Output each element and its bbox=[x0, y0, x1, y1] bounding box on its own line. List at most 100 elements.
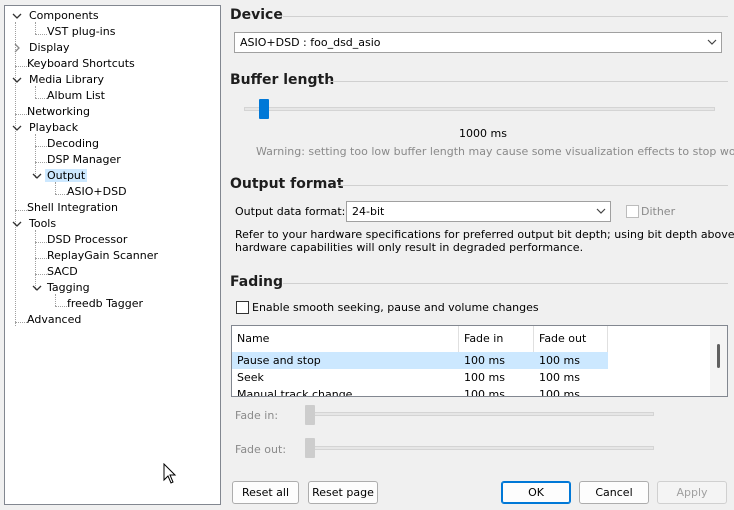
tree-item-vst-plugins[interactable]: VST plug-ins bbox=[45, 24, 117, 40]
tree-item-label: Media Library bbox=[29, 73, 104, 86]
row-name: Pause and stop bbox=[237, 354, 321, 367]
cancel-button[interactable]: Cancel bbox=[579, 481, 649, 504]
tree-item-dsp-manager[interactable]: DSP Manager bbox=[45, 152, 123, 168]
tree-item-label: Advanced bbox=[27, 313, 82, 326]
reset-all-button[interactable]: Reset all bbox=[232, 481, 299, 504]
tree-item-label: VST plug-ins bbox=[47, 25, 116, 38]
dither-label: Dither bbox=[641, 205, 676, 218]
tree-item-label: Networking bbox=[27, 105, 90, 118]
device-section-title: Device bbox=[230, 7, 283, 23]
tree-item-output[interactable]: Output bbox=[29, 168, 88, 184]
tree-item-label: ReplayGain Scanner bbox=[47, 249, 158, 262]
tree-item-shell-integration[interactable]: Shell Integration bbox=[25, 200, 120, 216]
chevron-down-icon[interactable] bbox=[11, 74, 23, 86]
column-header-fade-out[interactable]: Fade out bbox=[534, 326, 608, 352]
chevron-right-icon[interactable] bbox=[11, 42, 23, 54]
row-fade-out: 100 ms bbox=[539, 371, 580, 384]
tree-item-album-list[interactable]: Album List bbox=[45, 88, 107, 104]
chevron-down-icon[interactable] bbox=[11, 10, 23, 22]
tree-item-playback[interactable]: Playback bbox=[9, 120, 80, 136]
tree-item-label: Album List bbox=[47, 89, 105, 102]
output-data-format-value: 24-bit bbox=[352, 205, 385, 218]
section-divider bbox=[338, 185, 728, 186]
tree-item-advanced[interactable]: Advanced bbox=[25, 312, 83, 328]
tree-item-label: SACD bbox=[47, 265, 78, 278]
row-name: Seek bbox=[237, 371, 264, 384]
list-row[interactable]: Seek 100 ms 100 ms bbox=[232, 369, 608, 386]
bit-depth-note-line-2: hardware capabilities will only result i… bbox=[235, 241, 584, 254]
list-row[interactable]: Manual track change 100 ms 100 ms bbox=[232, 386, 608, 397]
mouse-cursor-icon bbox=[163, 463, 177, 484]
tree-item-tools[interactable]: Tools bbox=[9, 216, 58, 232]
section-divider bbox=[283, 16, 728, 17]
tree-item-label: Keyboard Shortcuts bbox=[27, 57, 135, 70]
section-divider bbox=[283, 283, 728, 284]
chevron-down-icon[interactable] bbox=[11, 218, 23, 230]
tree-item-label: Display bbox=[29, 41, 70, 54]
row-fade-in: 100 ms bbox=[464, 371, 505, 384]
tree-item-label: Tagging bbox=[47, 281, 90, 294]
tree-item-sacd[interactable]: SACD bbox=[45, 264, 80, 280]
bit-depth-note-line-1: Refer to your hardware specifications fo… bbox=[235, 228, 734, 241]
output-data-format-select[interactable]: 24-bit bbox=[346, 201, 611, 222]
tree-item-label: Playback bbox=[29, 121, 79, 134]
tree-item-label: Decoding bbox=[47, 137, 100, 150]
tree-guide-line bbox=[15, 22, 16, 326]
column-header-name[interactable]: Name bbox=[232, 326, 459, 352]
tree-item-label: Shell Integration bbox=[27, 201, 118, 214]
output-data-format-label: Output data format: bbox=[235, 205, 346, 218]
tree-item-networking[interactable]: Networking bbox=[25, 104, 92, 120]
list-scrollbar[interactable] bbox=[710, 326, 727, 396]
tree-item-replaygain-scanner[interactable]: ReplayGain Scanner bbox=[45, 248, 160, 264]
fade-out-slider-thumb[interactable] bbox=[305, 438, 315, 458]
fading-list[interactable]: Name Fade in Fade out Pause and stop 100… bbox=[231, 325, 728, 397]
enable-smooth-seeking-checkbox[interactable] bbox=[236, 301, 249, 314]
output-format-section-title: Output format bbox=[230, 176, 344, 192]
preferences-tree[interactable]: Components VST plug-ins Display Keyboard… bbox=[4, 5, 221, 505]
column-header-fade-in[interactable]: Fade in bbox=[459, 326, 534, 352]
chevron-down-icon[interactable] bbox=[11, 122, 23, 134]
row-fade-out: 100 ms bbox=[539, 388, 580, 397]
section-divider bbox=[328, 81, 728, 82]
buffer-section-title: Buffer length bbox=[230, 72, 335, 88]
tree-item-tagging[interactable]: Tagging bbox=[29, 280, 92, 296]
tree-item-keyboard-shortcuts[interactable]: Keyboard Shortcuts bbox=[25, 56, 137, 72]
tree-item-components[interactable]: Components bbox=[9, 8, 101, 24]
tree-item-media-library[interactable]: Media Library bbox=[9, 72, 106, 88]
fade-out-slider-track[interactable] bbox=[305, 446, 654, 450]
tree-item-label: DSP Manager bbox=[47, 153, 121, 166]
fade-in-slider-thumb[interactable] bbox=[305, 405, 315, 425]
row-fade-out: 100 ms bbox=[539, 354, 580, 367]
tree-item-asio-dsd[interactable]: ASIO+DSD bbox=[65, 184, 129, 200]
reset-page-button[interactable]: Reset page bbox=[308, 481, 378, 504]
ok-button[interactable]: OK bbox=[501, 481, 571, 504]
tree-item-display[interactable]: Display bbox=[9, 40, 72, 56]
chevron-down-icon[interactable] bbox=[31, 282, 43, 294]
tree-item-decoding[interactable]: Decoding bbox=[45, 136, 101, 152]
chevron-down-icon bbox=[596, 208, 606, 214]
buffer-length-slider-thumb[interactable] bbox=[259, 99, 269, 119]
list-row[interactable]: Pause and stop 100 ms 100 ms bbox=[232, 352, 608, 369]
tree-item-label: Tools bbox=[29, 217, 57, 230]
row-name: Manual track change bbox=[237, 388, 353, 397]
tree-item-dsd-processor[interactable]: DSD Processor bbox=[45, 232, 129, 248]
tree-item-freedb-tagger[interactable]: freedb Tagger bbox=[65, 296, 145, 312]
tree-item-label: Output bbox=[45, 169, 88, 182]
buffer-length-value: 1000 ms bbox=[459, 127, 507, 140]
buffer-warning-text: Warning: setting too low buffer length m… bbox=[256, 145, 734, 158]
fade-in-slider-track[interactable] bbox=[305, 412, 654, 416]
row-fade-in: 100 ms bbox=[464, 388, 505, 397]
fade-in-label: Fade in: bbox=[235, 409, 279, 422]
buffer-length-slider-track[interactable] bbox=[244, 107, 715, 111]
fade-out-label: Fade out: bbox=[235, 443, 287, 456]
tree-item-label: freedb Tagger bbox=[67, 297, 144, 310]
tree-item-label: Components bbox=[29, 9, 99, 22]
chevron-down-icon bbox=[707, 39, 717, 45]
fading-section-title: Fading bbox=[230, 274, 283, 290]
dither-checkbox[interactable] bbox=[626, 205, 639, 218]
enable-smooth-seeking-label: Enable smooth seeking, pause and volume … bbox=[252, 301, 539, 314]
device-select[interactable]: ASIO+DSD : foo_dsd_asio bbox=[234, 32, 722, 53]
chevron-down-icon[interactable] bbox=[31, 170, 43, 182]
scrollbar-thumb[interactable] bbox=[717, 344, 720, 368]
apply-button[interactable]: Apply bbox=[657, 481, 727, 504]
